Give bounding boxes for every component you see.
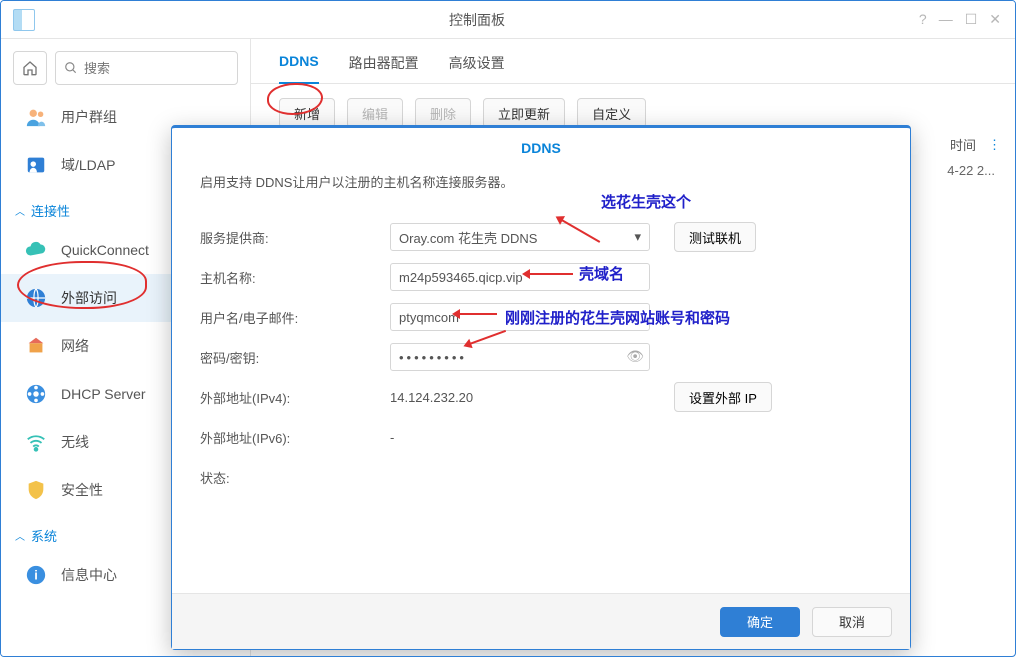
sidebar-item-label: 域/LDAP: [61, 155, 115, 175]
update-now-button[interactable]: 立即更新: [483, 98, 565, 128]
label-password: 密码/密钥:: [200, 348, 390, 367]
tab-ddns[interactable]: DDNS: [279, 53, 319, 84]
help-button[interactable]: ?: [919, 11, 927, 28]
tab-router[interactable]: 路由器配置: [349, 53, 419, 83]
maximize-button[interactable]: ☐: [965, 11, 978, 28]
provider-value: Oray.com 花生壳 DDNS: [399, 228, 537, 247]
home-icon: [22, 60, 38, 76]
sidebar-item-label: 安全性: [61, 480, 103, 500]
search-input[interactable]: [84, 61, 229, 76]
window-title: 控制面板: [35, 10, 919, 30]
search-box[interactable]: [55, 51, 238, 85]
password-input[interactable]: [390, 343, 650, 371]
sidebar-item-label: 网络: [61, 336, 89, 356]
app-icon: [13, 9, 35, 31]
ipv6-value: -: [390, 430, 394, 445]
dialog-title: DDNS: [172, 128, 910, 164]
label-hostname: 主机名称:: [200, 268, 390, 287]
dialog-intro: 启用支持 DDNS让用户以注册的主机名称连接服务器。: [200, 172, 882, 191]
add-button[interactable]: 新增: [279, 98, 335, 128]
tab-advanced[interactable]: 高级设置: [449, 53, 505, 83]
cloud-icon: [23, 237, 49, 263]
provider-select[interactable]: Oray.com 花生壳 DDNS ▾: [390, 223, 650, 251]
ddns-dialog: DDNS 启用支持 DDNS让用户以注册的主机名称连接服务器。 服务提供商: O…: [171, 125, 911, 650]
cancel-button[interactable]: 取消: [812, 607, 892, 637]
domain-icon: [23, 152, 49, 178]
chevron-up-icon: ︿: [15, 528, 25, 543]
titlebar: 控制面板 ? — ☐ ✕: [1, 1, 1015, 39]
label-provider: 服务提供商:: [200, 228, 390, 247]
router-icon: [23, 333, 49, 359]
ok-button[interactable]: 确定: [720, 607, 800, 637]
tab-bar: DDNS 路由器配置 高级设置: [251, 39, 1015, 84]
sidebar-item-label: DHCP Server: [61, 386, 146, 402]
sidebar-item-label: 用户群组: [61, 107, 117, 127]
control-panel-window: 控制面板 ? — ☐ ✕ 用户群组: [0, 0, 1016, 657]
close-button[interactable]: ✕: [989, 11, 1001, 28]
minimize-button[interactable]: —: [939, 11, 953, 28]
sidebar-item-label: 外部访问: [61, 288, 117, 308]
table-more-button[interactable]: ⋮: [988, 137, 1001, 153]
delete-button[interactable]: 删除: [415, 98, 471, 128]
test-connection-button[interactable]: 测试联机: [674, 222, 756, 252]
username-input[interactable]: [390, 303, 650, 331]
sidebar-item-label: 信息中心: [61, 565, 117, 585]
col-time-header[interactable]: 时间: [950, 135, 976, 154]
label-ipv4: 外部地址(IPv4):: [200, 388, 390, 407]
label-user: 用户名/电子邮件:: [200, 308, 390, 327]
label-ipv6: 外部地址(IPv6):: [200, 428, 390, 447]
set-external-ip-button[interactable]: 设置外部 IP: [674, 382, 772, 412]
svg-text:i: i: [34, 568, 38, 583]
info-icon: i: [23, 562, 49, 588]
ipv4-value: 14.124.232.20: [390, 390, 650, 405]
globe-icon: [23, 285, 49, 311]
chevron-up-icon: ︿: [15, 203, 25, 218]
sidebar-item-label: 无线: [61, 432, 89, 452]
sidebar-item-label: QuickConnect: [61, 242, 149, 258]
home-button[interactable]: [13, 51, 47, 85]
edit-button[interactable]: 编辑: [347, 98, 403, 128]
chevron-down-icon: ▾: [634, 229, 641, 245]
wifi-icon: [23, 429, 49, 455]
custom-button[interactable]: 自定义: [577, 98, 646, 128]
search-icon: [64, 61, 78, 75]
dhcp-icon: [23, 381, 49, 407]
users-icon: [23, 104, 49, 130]
hostname-input[interactable]: [390, 263, 650, 291]
table-row-time: 4-22 2...: [947, 163, 995, 178]
label-status: 状态:: [200, 468, 390, 487]
shield-icon: [23, 477, 49, 503]
